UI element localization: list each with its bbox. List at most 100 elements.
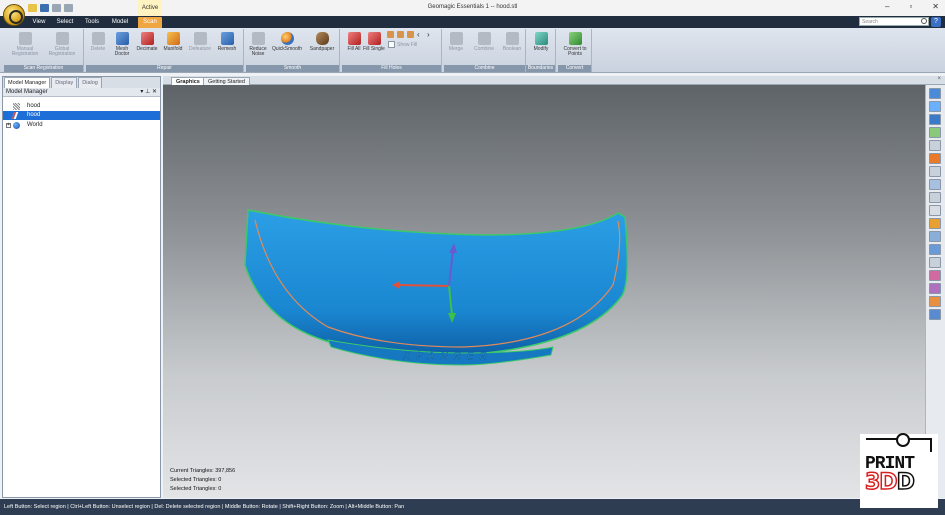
group-label: Boundaries [526, 65, 555, 72]
search-input[interactable]: Search [859, 17, 929, 26]
previous-hole-icon[interactable]: ‹ [417, 31, 424, 39]
group-repair: Delete Mesh Doctor Decimate Manifold Def… [86, 29, 244, 72]
view-tool-icon[interactable] [929, 205, 941, 216]
view-tool-icon[interactable] [929, 127, 941, 138]
current-triangles: Current Triangles: 397,856 [170, 468, 236, 474]
defeature-icon [193, 32, 207, 45]
remesh-button[interactable]: Remesh [214, 32, 240, 52]
delete-button[interactable]: Delete [86, 32, 110, 52]
close-button[interactable]: ✕ [932, 2, 939, 11]
tab-getting-started[interactable]: Getting Started [203, 77, 250, 85]
view-tool-icon[interactable] [929, 270, 941, 281]
help-icon[interactable]: ? [931, 17, 941, 27]
view-tool-icon[interactable] [929, 283, 941, 294]
group-smooth: Reduce Noise QuickSmooth Sandpaper Smoot… [246, 29, 340, 72]
remesh-icon [220, 32, 234, 45]
modify-icon [534, 32, 548, 45]
tab-scan[interactable]: Scan [138, 17, 162, 28]
group-combine: Merge Combine Boolean Combine [444, 29, 526, 72]
sandpaper-icon [315, 32, 329, 45]
search-icon[interactable] [921, 18, 927, 24]
combine-button[interactable]: Combine [470, 32, 498, 52]
tab-view[interactable]: View [30, 17, 48, 28]
tab-select[interactable]: Select [54, 17, 76, 28]
manifold-button[interactable]: Manifold [160, 32, 186, 52]
graphics-tab-strip: Graphics Getting Started × [163, 76, 945, 85]
view-tool-icon[interactable] [929, 296, 941, 307]
show-fill-checkbox[interactable]: Show Fill [388, 41, 417, 48]
fill-single-button[interactable]: Fill Single [362, 32, 386, 52]
group-label: Combine [444, 65, 525, 72]
globe-icon [13, 122, 20, 129]
group-label: Scan Registration [4, 65, 83, 72]
tab-graphics[interactable]: Graphics [171, 77, 205, 85]
view-tool-icon[interactable] [929, 153, 941, 164]
window-controls: – ▫ ✕ [885, 2, 939, 11]
view-tool-icon[interactable] [929, 179, 941, 190]
next-hole-icon[interactable]: › [427, 31, 434, 39]
hood-embossed-text: XPANRER [402, 351, 493, 362]
tab-dialog[interactable]: Dialog [78, 77, 102, 88]
boolean-button[interactable]: Boolean [498, 32, 526, 52]
convert-to-points-icon [568, 32, 582, 45]
tab-tools[interactable]: Tools [82, 17, 102, 28]
tree-item-points[interactable]: hood [3, 102, 160, 111]
convert-to-points-button[interactable]: Convert to Points [560, 32, 590, 57]
tab-display[interactable]: Display [51, 77, 78, 88]
panel-header: Model Manager ▾ ⊥ ✕ [3, 88, 160, 97]
tree-item-mesh[interactable]: hood [3, 111, 160, 120]
application-menu-button[interactable] [3, 4, 25, 26]
tab-model[interactable]: Model [108, 17, 132, 28]
global-registration-button[interactable]: Global Registration [44, 32, 80, 57]
view-tool-icon[interactable] [929, 101, 941, 112]
view-tool-icon[interactable] [929, 166, 941, 177]
view-tool-icon[interactable] [929, 231, 941, 242]
minimize-button[interactable]: – [885, 2, 889, 11]
graphics-viewport[interactable]: XPANRER Current Triangles: 397,856 Selec… [163, 85, 925, 498]
manual-registration-icon [18, 32, 32, 45]
view-tool-icon[interactable] [929, 88, 941, 99]
sandpaper-button[interactable]: Sandpaper [306, 32, 338, 52]
merge-icon [449, 32, 463, 45]
mesh-doctor-button[interactable]: Mesh Doctor [110, 32, 134, 57]
fill-curvature-icon[interactable] [387, 31, 394, 38]
view-tool-icon[interactable] [929, 114, 941, 125]
boolean-icon [505, 32, 519, 45]
expand-toggle[interactable]: + [6, 123, 11, 128]
quicksmooth-icon [280, 32, 294, 45]
view-tool-icon[interactable] [929, 309, 941, 320]
modify-button[interactable]: Modify [528, 32, 554, 52]
panel-controls[interactable]: ▾ ⊥ ✕ [140, 88, 157, 97]
view-tool-icon[interactable] [929, 218, 941, 229]
fill-type-options: ‹ › [387, 31, 434, 39]
tab-model-manager[interactable]: Model Manager [4, 77, 51, 88]
close-view-icon[interactable]: × [937, 76, 941, 82]
ribbon-tab-strip: View Select Tools Model Scan Search ? [0, 16, 945, 28]
panel-title: Model Manager [6, 89, 48, 95]
view-tool-icon[interactable] [929, 244, 941, 255]
maximize-button[interactable]: ▫ [909, 2, 912, 11]
triangle-stats: Current Triangles: 397,856 Selected Tria… [170, 467, 235, 494]
fill-flat-icon[interactable] [407, 31, 414, 38]
view-tool-icon[interactable] [929, 192, 941, 203]
selected-triangles: Selected Triangles: 0 [170, 486, 222, 492]
group-label: Convert [558, 65, 591, 72]
hood-mesh [244, 209, 628, 356]
global-registration-icon [55, 32, 69, 45]
manifold-icon [166, 32, 180, 45]
decimate-button[interactable]: Decimate [134, 32, 160, 52]
reduce-noise-icon [251, 32, 265, 45]
fill-all-icon [347, 32, 361, 45]
quicksmooth-button[interactable]: QuickSmooth [270, 32, 304, 52]
view-tool-icon[interactable] [929, 257, 941, 268]
merge-button[interactable]: Merge [444, 32, 468, 52]
reduce-noise-button[interactable]: Reduce Noise [246, 32, 270, 57]
manual-registration-button[interactable]: Manual Registration [7, 32, 43, 57]
window-title: Geomagic Essentials 1 -- hood.stl [427, 4, 518, 10]
tree-item-world[interactable]: + World [3, 121, 160, 130]
view-tool-icon[interactable] [929, 140, 941, 151]
mesh-icon [11, 112, 19, 119]
model-manager-panel: Model Manager Display Dialog Model Manag… [2, 76, 161, 498]
fill-tangent-icon[interactable] [397, 31, 404, 38]
defeature-button[interactable]: Defeature [186, 32, 214, 52]
